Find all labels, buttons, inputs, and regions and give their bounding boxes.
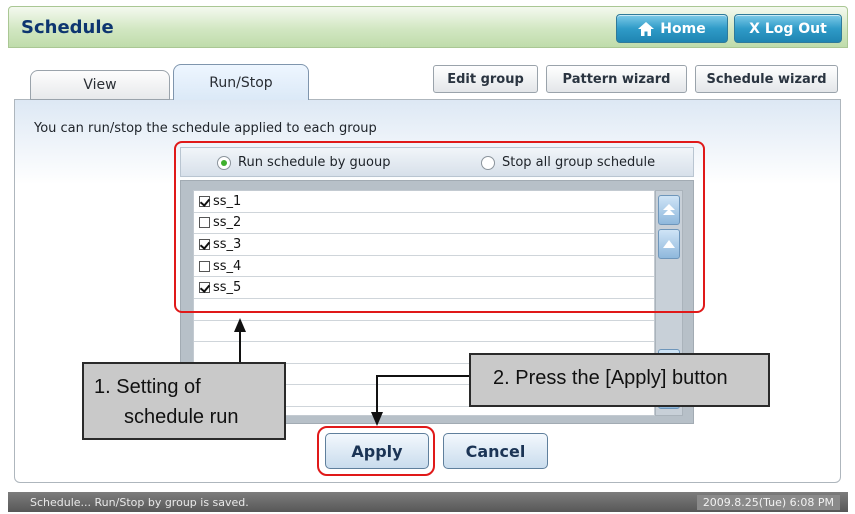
tab-run-stop[interactable]: Run/Stop bbox=[173, 64, 309, 100]
group-name: ss_1 bbox=[213, 193, 242, 209]
tab-run-stop-label: Run/Stop bbox=[209, 74, 273, 91]
status-bar: Schedule... Run/Stop by group is saved. … bbox=[8, 492, 848, 512]
chevron-up-icon bbox=[663, 240, 675, 248]
apply-button[interactable]: Apply bbox=[325, 433, 429, 469]
run-schedule-radio[interactable]: Run schedule by guoup bbox=[217, 155, 390, 170]
home-label: Home bbox=[660, 20, 706, 37]
home-icon bbox=[638, 21, 655, 36]
list-item[interactable]: ss_2 bbox=[194, 213, 654, 235]
radio-selected-icon bbox=[217, 155, 231, 170]
list-item[interactable]: ss_5 bbox=[194, 277, 654, 299]
logout-button[interactable]: X Log Out bbox=[734, 14, 842, 43]
checkbox-ss_3[interactable] bbox=[199, 238, 210, 250]
logout-label: X Log Out bbox=[749, 20, 827, 37]
stop-schedule-radio[interactable]: Stop all group schedule bbox=[481, 155, 655, 170]
home-button[interactable]: Home bbox=[616, 14, 728, 43]
callout-1-line2: schedule run bbox=[124, 406, 239, 428]
list-item[interactable]: ss_1 bbox=[194, 191, 654, 213]
app-window: Schedule Home X Log Out View Run/Stop Ed… bbox=[0, 0, 855, 514]
scroll-up-button[interactable] bbox=[658, 229, 680, 259]
callout-setting: 1. Setting of schedule run bbox=[82, 362, 286, 440]
list-item[interactable]: ss_3 bbox=[194, 234, 654, 256]
status-message: Schedule... Run/Stop by group is saved. bbox=[30, 495, 249, 509]
callout-1-line1: 1. Setting of bbox=[94, 376, 201, 398]
empty-row bbox=[194, 299, 654, 321]
title-bar: Schedule Home X Log Out bbox=[8, 6, 848, 48]
edit-group-button[interactable]: Edit group bbox=[433, 65, 538, 93]
pattern-wizard-button[interactable]: Pattern wizard bbox=[546, 65, 687, 93]
tab-view-label: View bbox=[83, 77, 117, 93]
list-item[interactable]: ss_4 bbox=[194, 256, 654, 278]
empty-row bbox=[194, 321, 654, 343]
group-name: ss_5 bbox=[213, 280, 242, 296]
scroll-to-top-button[interactable] bbox=[658, 195, 680, 225]
tab-view[interactable]: View bbox=[30, 70, 170, 100]
instruction-text: You can run/stop the schedule applied to… bbox=[34, 121, 377, 136]
callout-apply: 2. Press the [Apply] button bbox=[469, 353, 770, 407]
group-name: ss_4 bbox=[213, 258, 242, 274]
schedule-wizard-button[interactable]: Schedule wizard bbox=[695, 65, 838, 93]
checkbox-ss_4[interactable] bbox=[199, 260, 210, 272]
cancel-button[interactable]: Cancel bbox=[443, 433, 548, 469]
page-title: Schedule bbox=[21, 17, 114, 38]
stop-schedule-label: Stop all group schedule bbox=[502, 155, 656, 170]
status-datetime: 2009.8.25(Tue) 6:08 PM bbox=[696, 494, 840, 510]
run-schedule-label: Run schedule by guoup bbox=[238, 155, 391, 170]
checkbox-ss_5[interactable] bbox=[199, 282, 210, 294]
double-chevron-up-icon bbox=[663, 204, 675, 215]
checkbox-ss_2[interactable] bbox=[199, 217, 210, 229]
radio-unselected-icon bbox=[481, 155, 495, 170]
group-name: ss_3 bbox=[213, 236, 242, 252]
radio-bar: Run schedule by guoup Stop all group sch… bbox=[180, 147, 694, 177]
checkbox-ss_1[interactable] bbox=[199, 195, 210, 207]
group-name: ss_2 bbox=[213, 215, 242, 231]
